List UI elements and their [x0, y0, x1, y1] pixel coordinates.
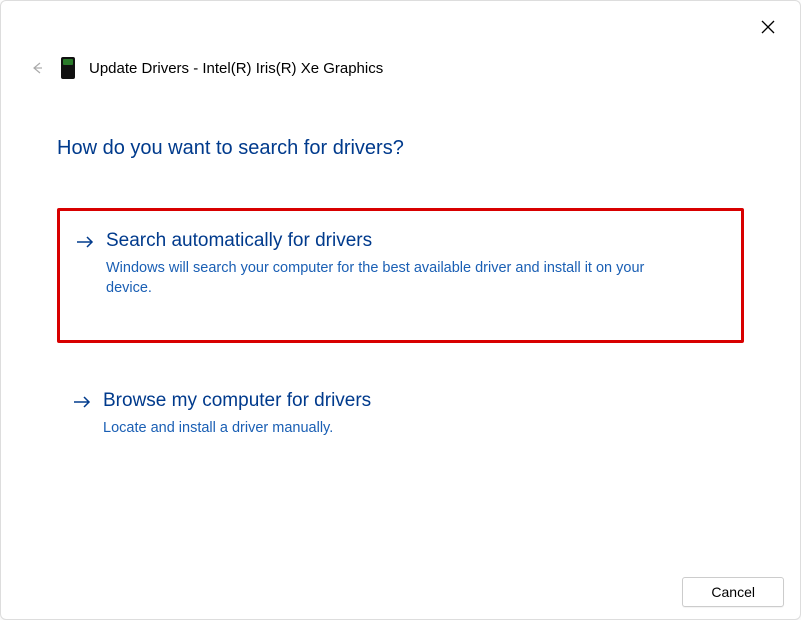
option-description: Windows will search your computer for th… — [106, 258, 666, 299]
dialog-title: Update Drivers - Intel(R) Iris(R) Xe Gra… — [89, 60, 383, 77]
option-browse-computer[interactable]: Browse my computer for drivers Locate an… — [57, 371, 744, 458]
close-button[interactable] — [756, 15, 780, 39]
dialog-header: Update Drivers - Intel(R) Iris(R) Xe Gra… — [1, 1, 800, 79]
option-title: Browse my computer for drivers — [103, 389, 728, 414]
dialog-heading: How do you want to search for drivers? — [1, 79, 800, 160]
option-search-automatically[interactable]: Search automatically for drivers Windows… — [57, 208, 744, 343]
dialog-footer: Cancel — [682, 577, 784, 607]
cancel-button[interactable]: Cancel — [682, 577, 784, 607]
close-icon — [760, 19, 776, 35]
option-title: Search automatically for drivers — [106, 229, 725, 254]
arrow-right-icon — [76, 229, 94, 256]
update-drivers-dialog: Update Drivers - Intel(R) Iris(R) Xe Gra… — [0, 0, 801, 620]
arrow-right-icon — [73, 389, 91, 416]
back-button[interactable] — [27, 58, 47, 78]
back-arrow-icon — [30, 61, 44, 75]
options-container: Search automatically for drivers Windows… — [1, 160, 800, 458]
option-description: Locate and install a driver manually. — [103, 418, 663, 438]
device-icon — [61, 57, 75, 79]
